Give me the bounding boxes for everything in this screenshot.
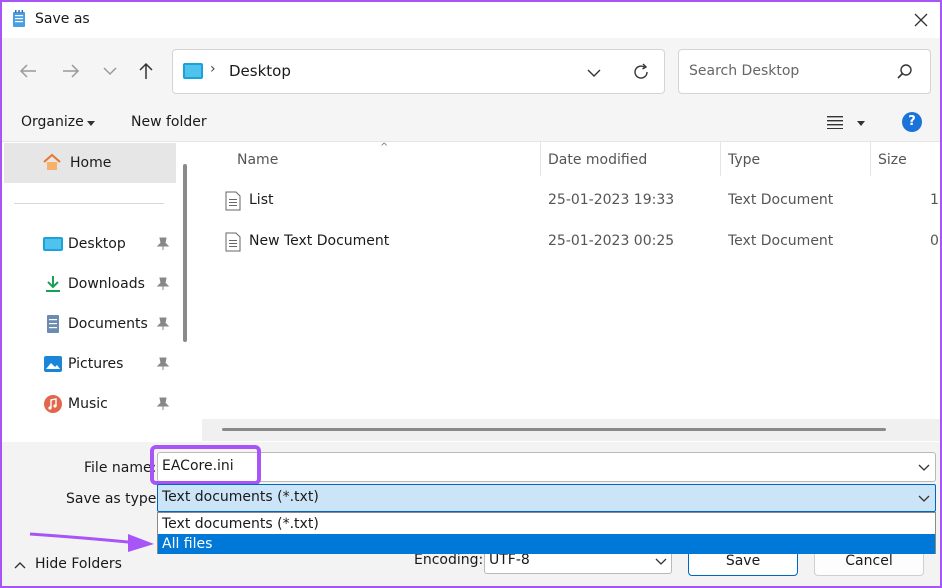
file-list: ^ Name Date modified Type Size List 25-0… [195,142,940,442]
arrow-left-icon [19,64,36,78]
sidebar-item-documents[interactable]: Documents [2,306,176,342]
notepad-icon [13,10,25,27]
save-options-panel: File name: EACore.ini Save as type: Text… [2,442,940,586]
desktop-icon [43,237,63,251]
sidebar-item-downloads[interactable]: Downloads [2,266,176,302]
sidebar-scrollbar[interactable] [183,164,187,342]
encoding-label: Encoding: [414,552,484,568]
scrollbar-thumb[interactable] [222,428,886,431]
organize-button[interactable]: Organize [21,114,84,130]
dropdown-option-text-documents[interactable]: Text documents (*.txt) [158,514,935,534]
table-row[interactable]: List 25-01-2023 19:33 Text Document 1 [195,184,940,218]
column-divider[interactable] [540,142,541,176]
dropdown-option-all-files[interactable]: All files [158,534,935,554]
navigation-pane: Home Desktop Downloads Documents Picture… [2,142,192,442]
refresh-icon[interactable] [631,62,651,82]
sidebar-item-label: Music [68,396,108,412]
file-size: 0 [930,233,939,249]
hide-folders-button[interactable]: Hide Folders [35,556,122,572]
sidebar-item-label: Home [70,155,112,171]
sidebar-item-label: Downloads [68,276,145,292]
sidebar-item-home[interactable]: Home [4,143,176,183]
file-type: Text Document [728,192,834,208]
column-divider[interactable] [870,142,871,176]
chevron-down-icon[interactable] [585,64,603,82]
column-header-type[interactable]: Type [728,152,760,168]
save-as-type-select[interactable]: Text documents (*.txt) [157,484,936,512]
sidebar-item-desktop[interactable]: Desktop [2,226,176,262]
save-as-type-value: Text documents (*.txt) [162,489,319,505]
new-folder-button[interactable]: New folder [131,114,207,130]
arrow-right-icon [63,64,80,78]
save-as-type-label: Save as type: [66,491,162,507]
text-file-icon [225,191,241,211]
sidebar-item-music[interactable]: Music [2,386,176,422]
home-icon [43,153,61,170]
save-as-type-dropdown: Text documents (*.txt) All files [157,512,936,554]
recent-locations-button[interactable] [97,58,123,84]
command-bar: Organize New folder ? [2,104,940,142]
sort-ascending-icon: ^ [380,142,389,153]
sidebar-item-pictures[interactable]: Pictures [2,346,176,382]
breadcrumb-separator: › [210,61,216,77]
file-name: New Text Document [249,233,390,249]
pin-icon[interactable] [157,357,169,371]
downloads-icon [46,276,60,292]
file-name: List [249,192,274,208]
title-bar: Save as [2,2,940,38]
help-icon[interactable]: ? [902,112,922,132]
chevron-up-icon[interactable] [14,560,26,570]
back-button[interactable] [15,58,41,84]
file-size: 1 [930,192,939,208]
search-box[interactable]: Search Desktop [678,49,931,94]
breadcrumb-desktop[interactable]: Desktop [229,62,291,80]
sidebar-item-label: Documents [68,316,148,332]
sidebar-item-label: Pictures [68,356,124,372]
table-row[interactable]: New Text Document 25-01-2023 00:25 Text … [195,225,940,259]
close-button[interactable] [907,7,935,33]
view-list-icon[interactable] [827,115,843,129]
chevron-down-icon[interactable] [918,492,930,504]
chevron-down-icon [103,67,117,76]
pin-icon[interactable] [157,277,169,291]
file-type: Text Document [728,233,834,249]
column-header-date[interactable]: Date modified [548,152,647,168]
arrow-up-icon [139,62,153,79]
file-date: 25-01-2023 19:33 [548,192,675,208]
pin-icon[interactable] [157,317,169,331]
pin-icon[interactable] [157,397,169,411]
chevron-down-icon[interactable] [918,461,930,473]
search-input[interactable]: Search Desktop [689,63,799,79]
caret-down-icon [87,121,95,126]
search-icon [897,64,912,79]
encoding-value: UTF-8 [489,552,530,568]
annotation-arrow [29,532,154,552]
pictures-icon [44,356,62,372]
file-name-input[interactable]: EACore.ini [157,452,936,482]
column-divider[interactable] [720,142,721,176]
pin-icon[interactable] [157,237,169,251]
documents-icon [47,315,59,333]
sidebar-item-label: Desktop [68,236,126,252]
chevron-down-icon[interactable] [655,555,667,567]
file-name-label: File name: [84,460,157,476]
navigation-bar: › Desktop Search Desktop [2,38,940,104]
sidebar-divider [14,203,164,204]
file-date: 25-01-2023 00:25 [548,233,675,249]
window-title: Save as [35,11,90,27]
music-icon [44,395,62,413]
text-file-icon [225,232,241,252]
caret-down-icon[interactable] [857,121,865,126]
horizontal-scrollbar[interactable] [202,419,940,441]
address-bar[interactable]: › Desktop [172,49,665,94]
save-as-dialog: Save as › Desktop Search Desktop Organiz… [0,0,942,588]
annotation-highlight-box [150,445,261,485]
close-icon [914,13,928,27]
up-button[interactable] [133,58,159,84]
column-header-size[interactable]: Size [878,152,907,168]
desktop-folder-icon [183,63,203,79]
forward-button[interactable] [58,58,84,84]
column-header-name[interactable]: Name [237,152,278,168]
